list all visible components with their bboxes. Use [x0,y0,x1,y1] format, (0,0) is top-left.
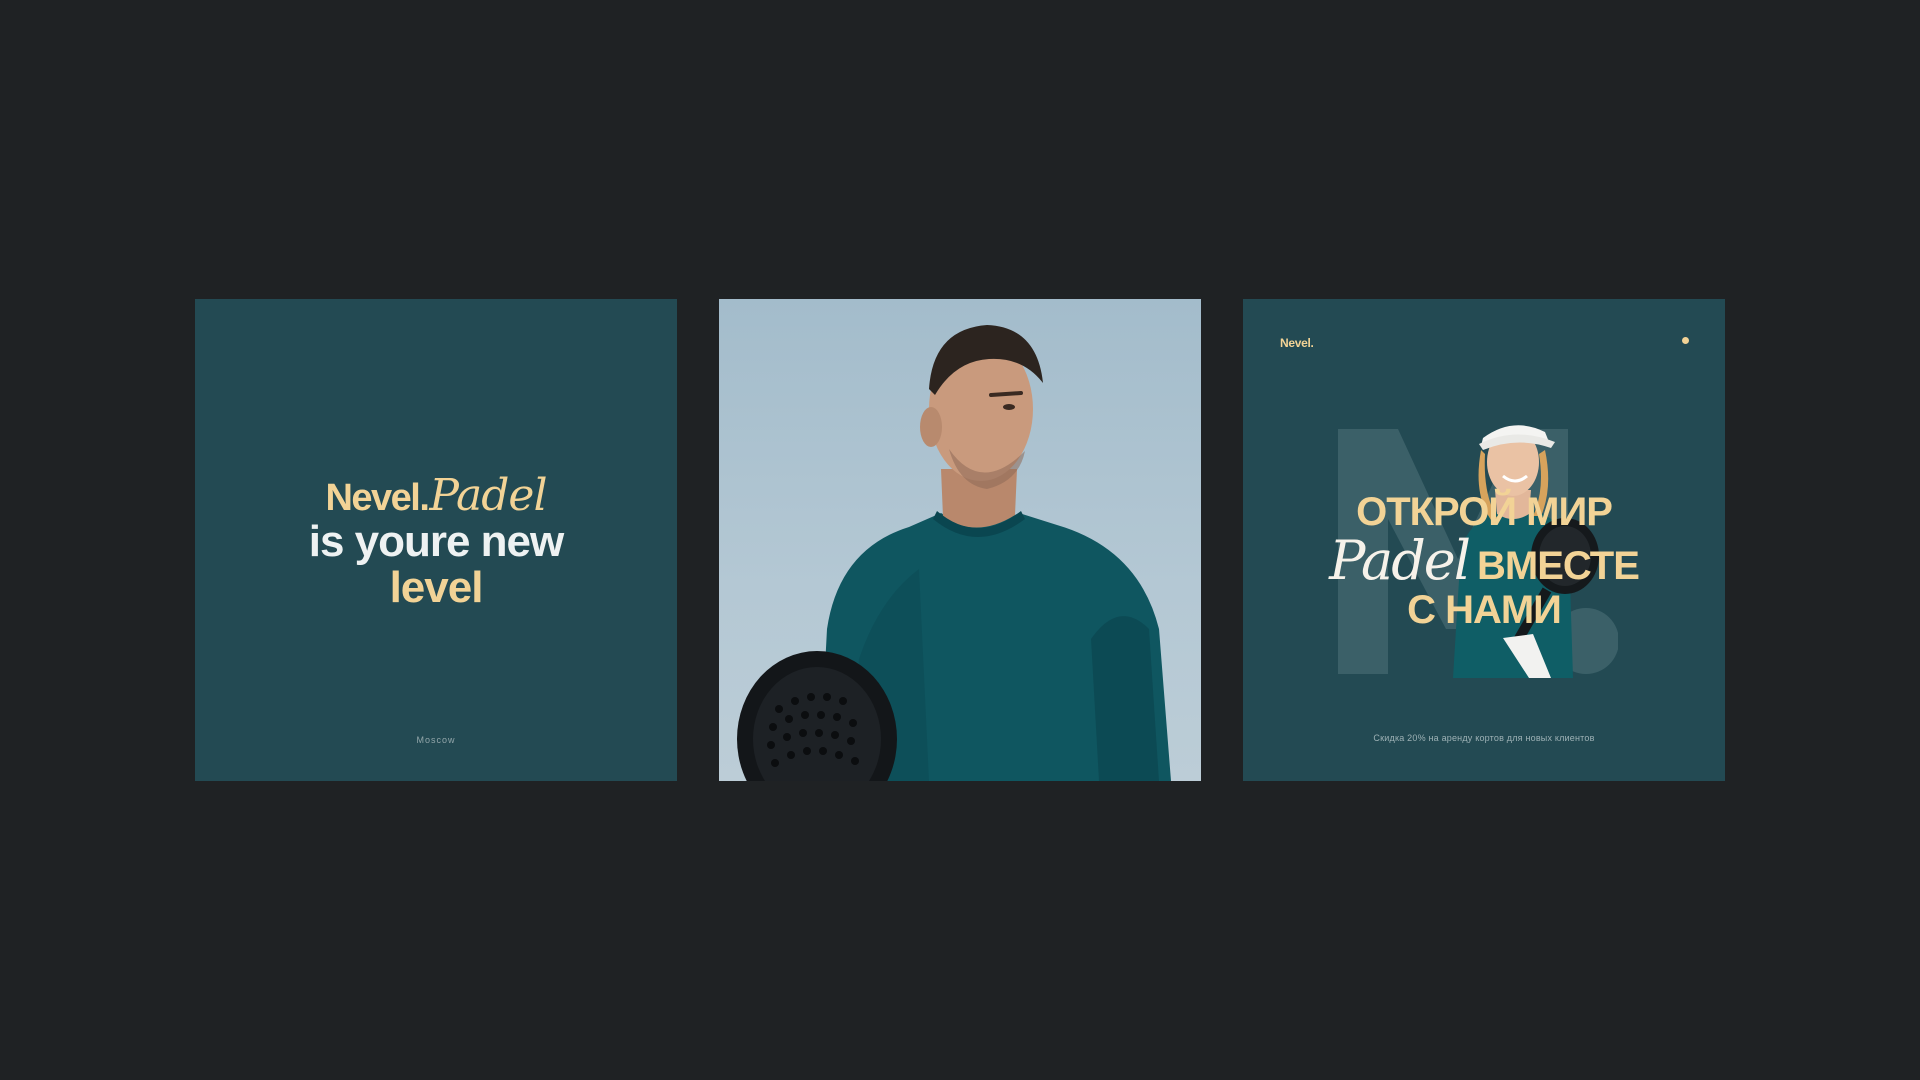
location-label: Moscow [416,735,456,745]
brand-name: Nevel. [325,477,429,519]
brand-script: Padel [429,470,547,521]
dot-icon [1682,337,1689,344]
brand-logo: Nevel. [1280,336,1314,350]
headline-line-2: is youre new [308,517,565,566]
promo-card-photo [719,299,1201,781]
man-with-padel-racket-icon [737,325,1171,781]
offer-line-1: ОТКРОЙ МИР [1356,490,1613,534]
offer-line-3: С НАМИ [1407,588,1562,632]
offer-script-word: Padel [1329,529,1471,592]
card-headline: Nevel. Padel is youre new level [195,474,677,610]
offer-headline: ОТКРОЙ МИР Padel ВМЕСТЕ С НАМИ [1243,492,1725,630]
headline-line-3: level [389,563,484,612]
promo-card-offer: Nevel. ОТКРОЙ МИР Padel ВМЕСТЕ С НАМИ Ск… [1243,299,1725,781]
discount-note: Скидка 20% на аренду кортов для новых кл… [1373,733,1595,743]
promo-card-text: Nevel. Padel is youre new level Moscow [195,299,677,781]
offer-line-2: ВМЕСТЕ [1477,544,1640,588]
